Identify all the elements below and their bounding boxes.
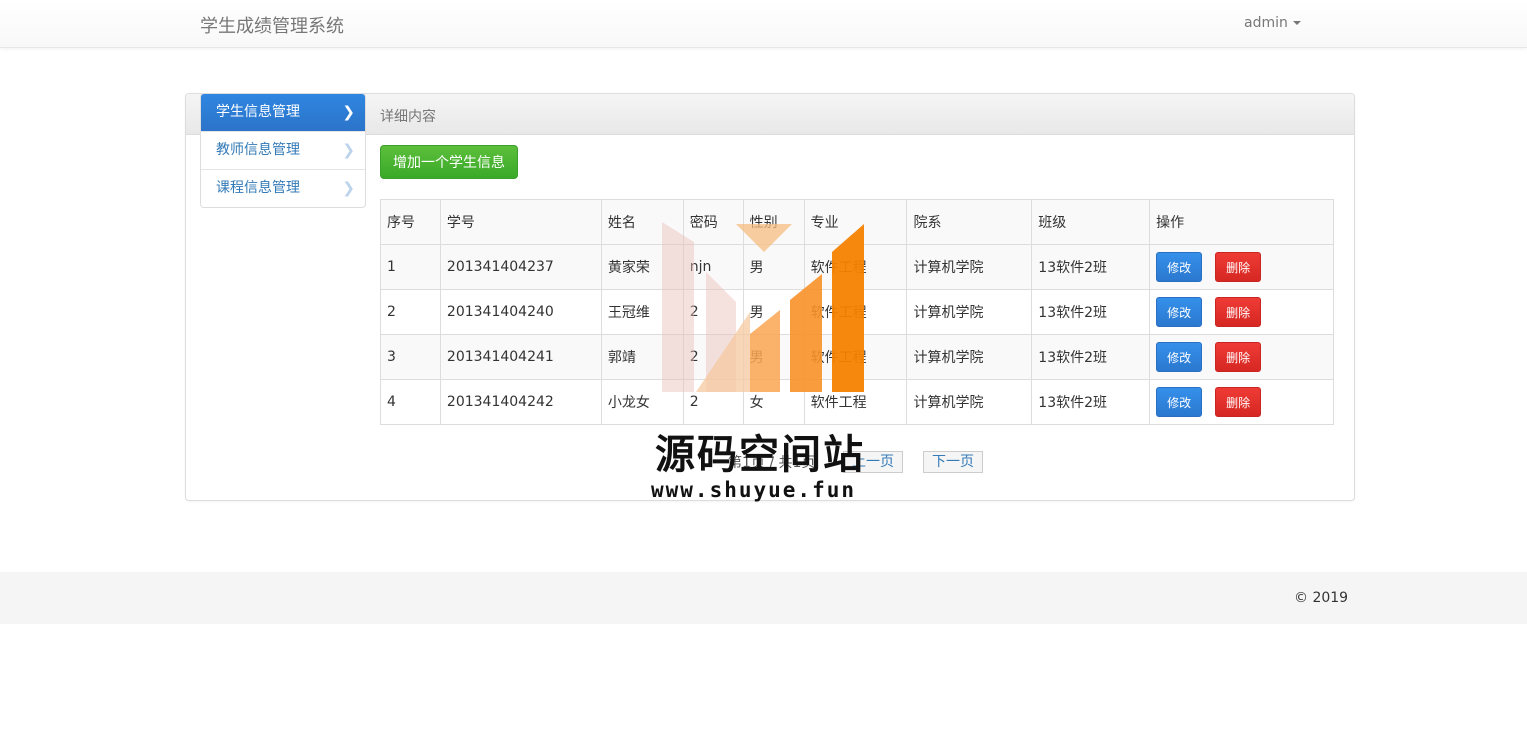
table-cell: 3 [380,334,441,380]
sidebar-nav: 学生信息管理 ❯ 教师信息管理 ❯ 课程信息管理 ❯ [200,93,366,208]
actions-cell: 修改 删除 [1149,334,1334,380]
table-cell: 黄家荣 [600,244,684,290]
table-cell: njn [682,244,744,290]
table-cell: 201341404237 [439,244,602,290]
table-cell: 计算机学院 [906,379,1033,425]
sidebar-item-label: 学生信息管理 [216,104,300,120]
column-header: 姓名 [600,199,684,245]
table-cell: 13软件2班 [1031,289,1151,335]
column-header: 密码 [682,199,744,245]
table-cell: 2 [682,289,744,335]
table-cell: 4 [380,379,441,425]
table-cell: 男 [742,334,805,380]
table-cell: 小龙女 [600,379,684,425]
page-footer: © 2019 [0,572,1527,624]
actions-cell: 修改 删除 [1149,244,1334,290]
table-cell: 2 [682,379,744,425]
sidebar-item-students[interactable]: 学生信息管理 ❯ [201,94,365,132]
table-cell: 男 [742,244,805,290]
table-cell: 201341404240 [439,289,602,335]
table-cell: 女 [742,379,805,425]
table-cell: 计算机学院 [906,244,1033,290]
pagination-info: 第1页 / 共1页 [728,455,816,471]
actions-cell: 修改 删除 [1149,379,1334,425]
table-cell: 计算机学院 [906,289,1033,335]
add-student-button[interactable]: 增加一个学生信息 [380,145,518,179]
sidebar-item-label: 教师信息管理 [216,142,300,158]
table-cell: 201341404241 [439,334,602,380]
actions-cell: 修改 删除 [1149,289,1334,335]
edit-button[interactable]: 修改 [1156,297,1203,327]
edit-button[interactable]: 修改 [1156,342,1203,372]
table-row: 4 201341404242 小龙女 2 女 软件工程 计算机学院 13软件2班… [380,379,1334,425]
table-cell: 201341404242 [439,379,602,425]
table-cell: 13软件2班 [1031,244,1151,290]
column-header: 专业 [803,199,908,245]
table-cell: 2 [682,334,744,380]
copyright-text: © 2019 [1294,590,1349,606]
delete-button[interactable]: 删除 [1215,342,1262,372]
edit-button[interactable]: 修改 [1156,387,1203,417]
table-cell: 2 [380,289,441,335]
column-header: 操作 [1149,199,1334,245]
delete-button[interactable]: 删除 [1215,297,1262,327]
column-header: 性别 [742,199,805,245]
caret-down-icon [1292,21,1301,25]
prev-page-button[interactable]: 上一页 [843,451,903,473]
column-header: 院系 [906,199,1033,245]
sidebar-item-teachers[interactable]: 教师信息管理 ❯ [201,132,365,170]
column-header: 学号 [439,199,602,245]
table-cell: 13软件2班 [1031,334,1151,380]
table-cell: 王冠维 [600,289,684,335]
student-table: 序号 学号 姓名 密码 性别 专业 院系 班级 操作 1 20134140423… [380,199,1334,425]
sidebar-item-courses[interactable]: 课程信息管理 ❯ [201,170,365,207]
table-cell: 软件工程 [803,379,908,425]
user-dropdown[interactable]: admin [1244,15,1301,31]
chevron-right-icon: ❯ [342,179,355,197]
table-cell: 计算机学院 [906,334,1033,380]
table-row: 1 201341404237 黄家荣 njn 男 软件工程 计算机学院 13软件… [380,244,1334,290]
next-page-button[interactable]: 下一页 [923,451,983,473]
edit-button[interactable]: 修改 [1156,252,1203,282]
table-cell: 郭靖 [600,334,684,380]
user-name: admin [1244,15,1288,31]
column-header: 班级 [1031,199,1151,245]
table-cell: 软件工程 [803,244,908,290]
table-header-row: 序号 学号 姓名 密码 性别 专业 院系 班级 操作 [380,199,1334,245]
table-row: 3 201341404241 郭靖 2 男 软件工程 计算机学院 13软件2班 … [380,334,1334,380]
top-navbar: 学生成绩管理系统 admin [0,0,1527,48]
table-cell: 软件工程 [803,289,908,335]
column-header: 序号 [380,199,441,245]
chevron-right-icon: ❯ [342,141,355,159]
delete-button[interactable]: 删除 [1215,252,1262,282]
delete-button[interactable]: 删除 [1215,387,1262,417]
table-cell: 1 [380,244,441,290]
table-row: 2 201341404240 王冠维 2 男 软件工程 计算机学院 13软件2班… [380,289,1334,335]
app-title[interactable]: 学生成绩管理系统 [200,12,344,38]
table-cell: 13软件2班 [1031,379,1151,425]
chevron-right-icon: ❯ [342,103,355,121]
table-cell: 软件工程 [803,334,908,380]
sidebar-item-label: 课程信息管理 [216,180,300,196]
table-cell: 男 [742,289,805,335]
panel-title: 详细内容 [380,109,436,125]
